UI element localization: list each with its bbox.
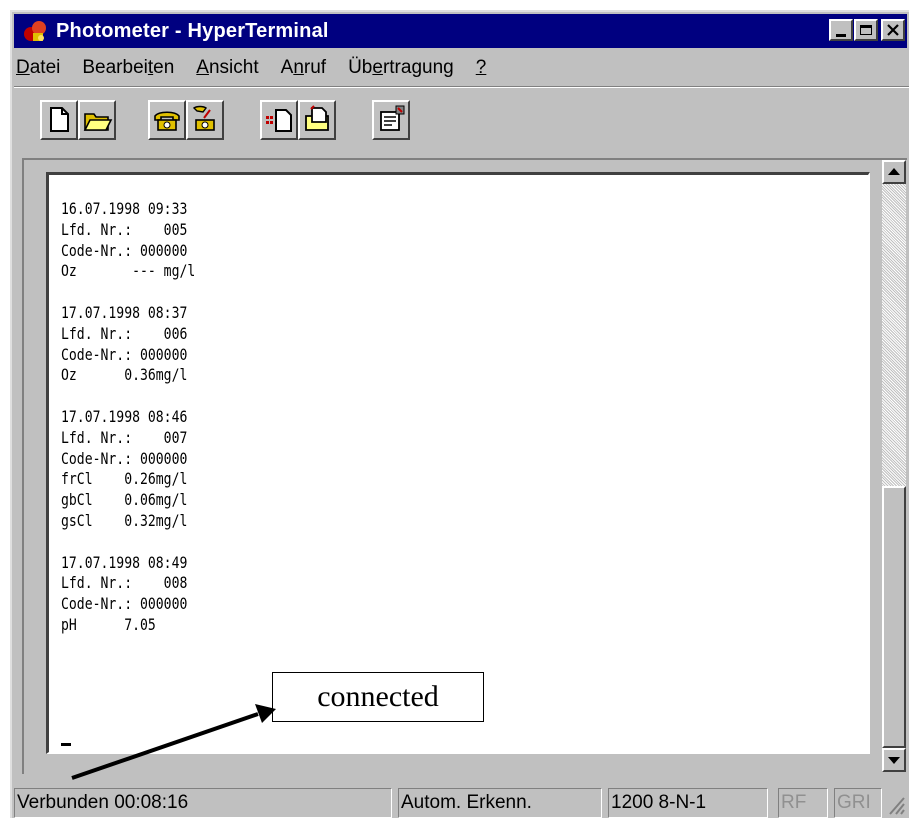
- open-button[interactable]: [78, 100, 116, 140]
- menu-item-accelerator: A: [196, 57, 209, 78]
- terminal-line: Code-Nr.: 000000: [61, 448, 188, 468]
- window-title: Photometer - HyperTerminal: [56, 19, 329, 42]
- menu-item-accelerator: D: [16, 57, 30, 78]
- new-button[interactable]: [40, 100, 78, 140]
- menu-item-text: Üb: [348, 57, 373, 78]
- menu-item-text: nsicht: [208, 57, 259, 78]
- menu-item-text: ruf: [303, 57, 327, 78]
- close-button[interactable]: [881, 19, 905, 41]
- terminal-line: Code-Nr.: 000000: [61, 240, 188, 260]
- terminal-line: Lfd. Nr.: 005: [61, 219, 188, 239]
- hyperterminal-app-icon[interactable]: [22, 18, 48, 44]
- terminal-line: Oz 0.36mg/l: [61, 365, 188, 385]
- port-settings-status: 1200 8-N-1: [608, 788, 768, 818]
- terminal-line: 17.07.1998 08:37: [61, 302, 188, 322]
- menu-bar: Datei Bearbeiten Ansicht Anruf Übertragung?: [16, 52, 508, 84]
- title-bar[interactable]: Photometer - HyperTerminal: [14, 14, 907, 48]
- terminal-line: frCl 0.26mg/l: [61, 469, 188, 489]
- terminal-line: Code-Nr.: 000000: [61, 344, 188, 364]
- terminal-line: gsCl 0.32mg/l: [61, 510, 188, 530]
- menu-separator: [14, 86, 909, 88]
- receive-file-icon: [305, 105, 329, 131]
- menu-item-5[interactable]: ?: [476, 57, 487, 79]
- connect-button[interactable]: [148, 100, 186, 140]
- disconnect-button[interactable]: [186, 100, 224, 140]
- arrow-up-icon: [888, 168, 900, 175]
- terminal-line: Lfd. Nr.: 008: [61, 573, 188, 593]
- menu-item-accelerator: e: [372, 57, 383, 78]
- menu-item-text: en: [153, 57, 175, 78]
- menu-item-4[interactable]: Übertragung: [348, 57, 454, 79]
- send-file-icon: [266, 109, 292, 132]
- scrollbar-thumb[interactable]: [882, 486, 906, 748]
- minimize-button[interactable]: [829, 19, 853, 41]
- text-cursor: [61, 743, 71, 746]
- terminal-line: 17.07.1998 08:46: [61, 406, 188, 426]
- receive-button[interactable]: [298, 100, 336, 140]
- terminal-text: 16.07.1998 09:33 Lfd. Nr.: 005 Code-Nr.: 0…: [61, 199, 195, 636]
- menu-item-0[interactable]: Datei: [16, 57, 60, 79]
- phone-disconnect-icon: [192, 105, 215, 131]
- menu-item-2[interactable]: Ansicht: [196, 57, 258, 79]
- terminal-output[interactable]: 16.07.1998 09:33 Lfd. Nr.: 005 Code-Nr.: 0…: [46, 172, 870, 754]
- autodetect-status: Autom. Erkenn.: [398, 788, 602, 818]
- scroll-down-button[interactable]: [882, 748, 906, 772]
- menu-item-text: atei: [29, 57, 61, 78]
- connected-callout-label: connected: [272, 672, 484, 722]
- menu-item-accelerator: n: [293, 57, 304, 78]
- terminal-line: pH 7.05: [61, 614, 156, 634]
- phone-connect-icon: [154, 111, 180, 131]
- arrow-down-icon: [888, 757, 900, 764]
- status-bar: Verbunden 00:08:16 Autom. Erkenn. 1200 8…: [14, 784, 909, 820]
- terminal-line: Code-Nr.: 000000: [61, 594, 188, 614]
- scroll-up-button[interactable]: [882, 160, 906, 184]
- terminal-line: Lfd. Nr.: 006: [61, 323, 188, 343]
- vertical-scrollbar[interactable]: [882, 160, 906, 772]
- terminal-line: 16.07.1998 09:33: [61, 199, 188, 218]
- gr-indicator: GRI: [834, 788, 882, 818]
- menu-item-text: A: [280, 57, 294, 78]
- new-document-icon: [50, 107, 69, 132]
- rf-indicator: RF: [778, 788, 828, 818]
- close-icon: [887, 24, 899, 36]
- properties-icon: [380, 105, 405, 131]
- minimize-icon: [836, 33, 846, 37]
- menu-item-1[interactable]: Bearbeiten: [82, 57, 174, 79]
- properties-button[interactable]: [372, 100, 410, 140]
- menu-item-accelerator: ?: [475, 57, 487, 78]
- terminal-line: Oz --- mg/l: [61, 261, 196, 281]
- terminal-line: gbCl 0.06mg/l: [61, 490, 188, 510]
- connection-status: Verbunden 00:08:16: [14, 788, 392, 818]
- maximize-icon: [860, 25, 872, 35]
- resize-grip-icon[interactable]: [884, 792, 906, 816]
- menu-item-text: rtragung: [382, 57, 454, 78]
- terminal-line: Lfd. Nr.: 007: [61, 427, 188, 447]
- maximize-button[interactable]: [854, 19, 878, 41]
- terminal-line: 17.07.1998 08:49: [61, 552, 188, 572]
- open-folder-icon: [83, 113, 113, 131]
- menu-item-text: Bearbei: [82, 57, 148, 78]
- menu-item-3[interactable]: Anruf: [281, 57, 326, 79]
- send-button[interactable]: [260, 100, 298, 140]
